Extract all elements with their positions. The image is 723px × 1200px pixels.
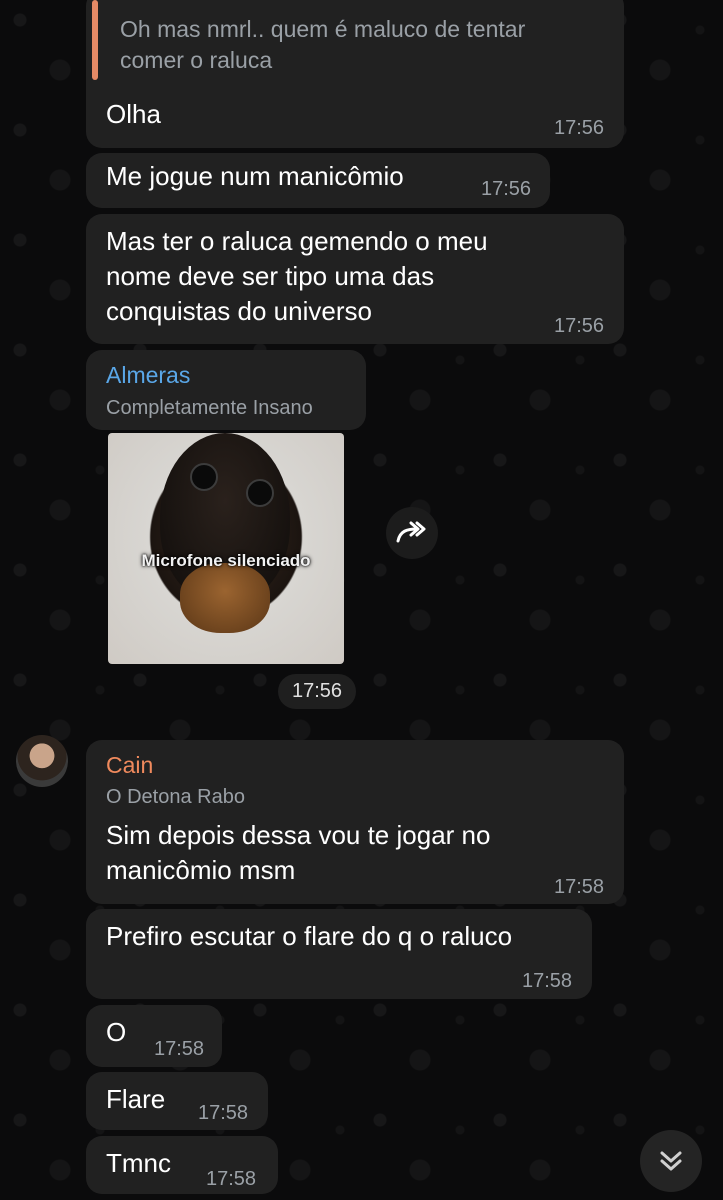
avatar[interactable] <box>16 735 68 787</box>
message-bubble[interactable]: Oh mas nmrl.. quem é maluco de tentar co… <box>86 0 624 148</box>
sticker-caption: Microfone silenciado <box>141 551 311 570</box>
sender-header-bubble[interactable]: Almeras Completamente Insano <box>86 350 366 430</box>
message-time: 17:58 <box>206 1168 257 1190</box>
message-text: O <box>106 1017 127 1047</box>
message-time: 17:56 <box>278 674 357 709</box>
message-text: Tmnc <box>106 1148 171 1178</box>
reply-quote-bar <box>92 0 98 80</box>
message-time: 17:56 <box>481 178 532 200</box>
message-text: Olha <box>106 99 161 129</box>
message-bubble[interactable]: Mas ter o raluca gemendo o meu nome deve… <box>86 214 624 344</box>
message-bubble[interactable]: Prefiro escutar o flare do q o raluco 17… <box>86 909 592 999</box>
message-bubble[interactable]: Flare 17:58 <box>86 1072 268 1130</box>
sender-name[interactable]: Almeras <box>106 362 190 389</box>
message-time: 17:58 <box>554 876 605 898</box>
share-forward-icon <box>396 521 426 543</box>
share-button[interactable] <box>386 507 438 559</box>
message-bubble[interactable]: Me jogue num manicômio 17:56 <box>86 153 550 208</box>
sender-title: O Detona Rabo <box>106 786 245 808</box>
sender-title: Completamente Insano <box>106 397 313 419</box>
message-text: Mas ter o raluca gemendo o meu nome deve… <box>106 226 488 326</box>
double-chevron-down-icon <box>660 1151 682 1171</box>
message-time: 17:58 <box>198 1102 249 1124</box>
message-time: 17:56 <box>554 117 605 139</box>
message-text: Prefiro escutar o flare do q o raluco <box>106 921 513 951</box>
scroll-to-bottom-button[interactable] <box>640 1130 702 1192</box>
message-time: 17:56 <box>554 315 605 337</box>
message-text: Me jogue num manicômio <box>106 161 404 191</box>
message-time: 17:58 <box>522 970 573 992</box>
message-bubble[interactable]: Tmnc 17:58 <box>86 1136 278 1194</box>
reply-quote[interactable]: Oh mas nmrl.. quem é maluco de tentar co… <box>92 0 612 80</box>
sticker-dog-eye <box>246 479 274 507</box>
message-text: Flare <box>106 1084 166 1114</box>
reply-quote-text: Oh mas nmrl.. quem é maluco de tentar co… <box>120 16 526 73</box>
sticker-dog-eye <box>190 463 218 491</box>
message-bubble[interactable]: Cain O Detona Rabo Sim depois dessa vou … <box>86 740 624 904</box>
message-bubble[interactable]: O 17:58 <box>86 1005 222 1067</box>
sticker-dog-snout <box>180 563 270 633</box>
message-text: Sim depois dessa vou te jogar no manicôm… <box>106 820 491 885</box>
message-time: 17:58 <box>154 1038 205 1060</box>
sticker-image[interactable]: Microfone silenciado <box>108 433 344 664</box>
sender-name[interactable]: Cain <box>106 752 153 779</box>
